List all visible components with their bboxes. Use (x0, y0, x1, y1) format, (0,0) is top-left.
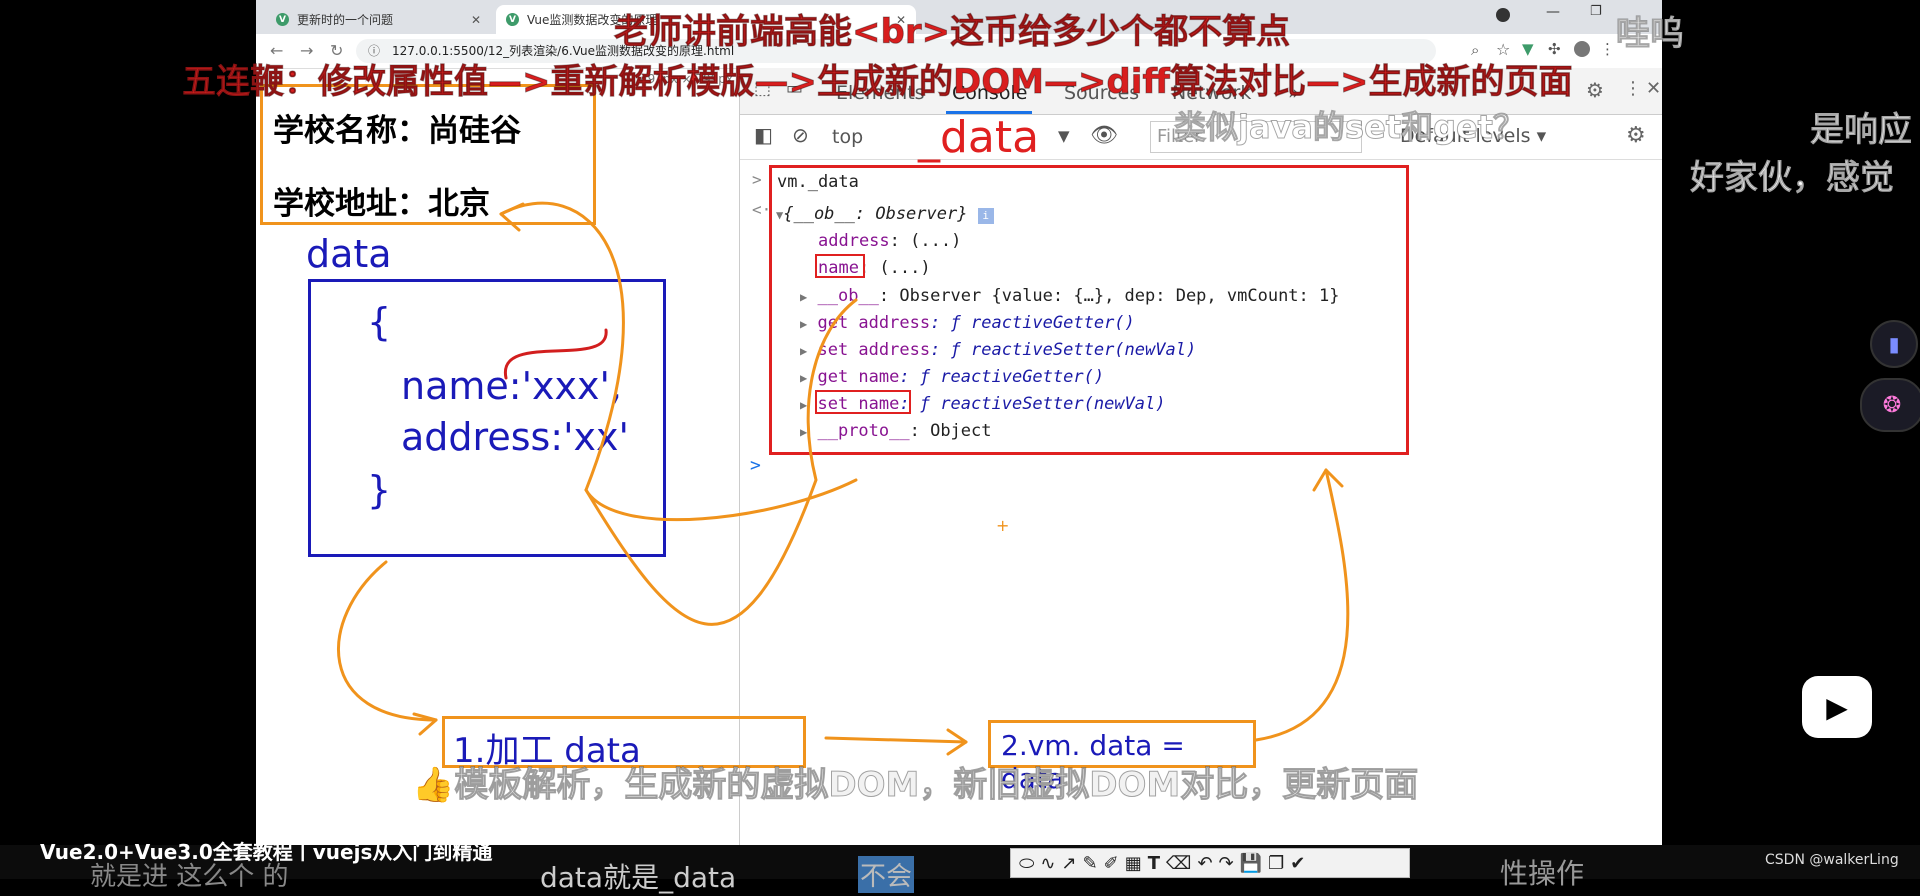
subtitle-text: data就是_data (540, 861, 737, 894)
subtitle-text: 性操作 (1500, 857, 1585, 890)
arrow-step2-to-console (1254, 468, 1350, 742)
confirm-icon[interactable]: ✔ (1290, 853, 1305, 874)
subtitle-text: 就是进 这么个 的 (90, 862, 289, 892)
danmaku-comment: 五连鞭：修改属性值—>重新解析模版—>生成新的DOM—>diff算法对比—>生成… (181, 62, 1573, 103)
line-icon[interactable]: ∿ (1040, 853, 1055, 874)
danmaku-comment: 是响应 (1810, 110, 1913, 151)
copy-icon[interactable]: ❐ (1268, 853, 1284, 874)
eraser-icon[interactable]: ⌫ (1166, 853, 1191, 874)
book-icon[interactable]: ▮ (1870, 320, 1918, 368)
danmaku-comment: 好家伙，感觉 (1690, 158, 1895, 199)
watermark: CSDN @walkerLing (1765, 852, 1899, 868)
arrow-to-step1 (337, 560, 438, 722)
danmaku-comment: 老师讲前端高能<br>这币给多少个都不算点 (613, 12, 1291, 53)
arrowhead (412, 712, 438, 736)
mosaic-icon[interactable]: ▦ (1125, 853, 1142, 874)
redo-icon[interactable]: ↷ (1219, 853, 1234, 874)
ai-brain-icon[interactable]: ❂ (1860, 378, 1920, 432)
arrow-icon[interactable]: ↗ (1061, 853, 1076, 874)
danmaku-comment: 类似java的set和get？ (1174, 108, 1526, 147)
danmaku-comment: 👍模板解析，生成新的虚拟DOM，新旧虚拟DOM对比，更新页面 (411, 757, 1419, 806)
play-button[interactable]: ▶ (1802, 676, 1872, 738)
danmaku-text: 模板解析，生成新的虚拟DOM，新旧虚拟DOM对比，更新页面 (454, 765, 1419, 806)
arrow-step1-to-step2 (824, 736, 968, 744)
red-checkmark (504, 328, 608, 380)
thumb-up-icon: 👍 (411, 765, 455, 806)
marker-icon[interactable]: ✐ (1104, 853, 1119, 874)
danmaku-comment: 哇呜 (1616, 14, 1685, 55)
subtitle-text: 不会 (858, 856, 915, 893)
arrow-to-school (499, 201, 625, 492)
text-icon[interactable]: T (1148, 853, 1160, 874)
arrow-loop (584, 478, 858, 522)
undo-icon[interactable]: ↶ (1198, 853, 1213, 874)
pen-icon[interactable]: ✎ (1083, 853, 1098, 874)
annotation-toolbar: ⬭ ∿ ↗ ✎ ✐ ▦ T ⌫ ↶ ↷ 💾 ❐ ✔ (1010, 848, 1410, 878)
shape-icon[interactable]: ⬭ (1019, 853, 1034, 874)
save-icon[interactable]: 💾 (1240, 853, 1262, 874)
play-icon: ▶ (1826, 690, 1848, 724)
arrow-set-name (584, 298, 858, 626)
